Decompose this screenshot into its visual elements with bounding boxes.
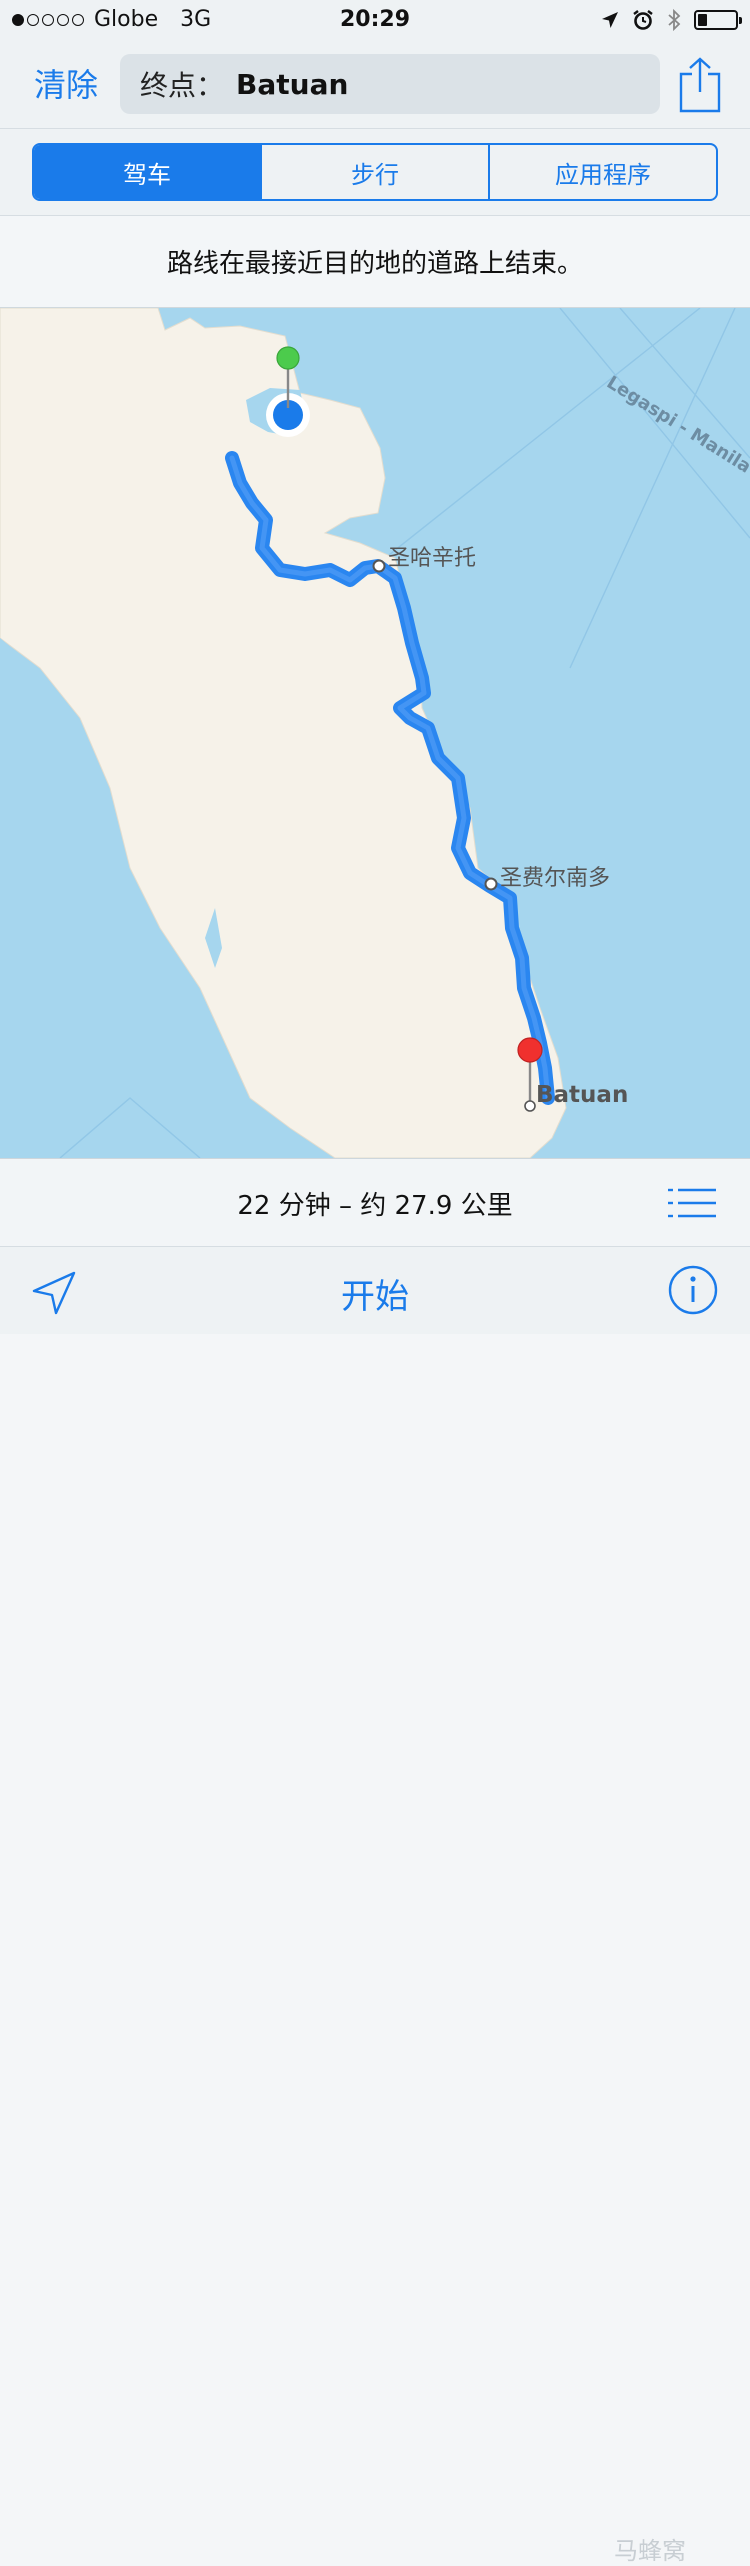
start-pin-icon <box>276 346 300 370</box>
mode-walk-tab[interactable]: 步行 <box>260 145 488 199</box>
bottom-toolbar: 开始 马蜂窝 <box>0 1246 750 2565</box>
destination-pin-icon <box>517 1037 543 1063</box>
status-right <box>600 8 742 32</box>
location-arrow-icon <box>602 12 618 28</box>
destination-value: Batuan <box>236 67 349 101</box>
waypoint-dot <box>484 877 498 891</box>
mode-drive-tab[interactable]: 驾车 <box>34 145 260 199</box>
transport-mode-bar: 驾车 步行 应用程序 <box>0 128 750 216</box>
battery-icon <box>694 10 742 30</box>
clear-button[interactable]: 清除 <box>34 60 98 106</box>
info-icon[interactable] <box>668 1265 718 1315</box>
destination-prefix: 终点： <box>140 69 225 102</box>
map-view[interactable]: 圣哈辛托 圣费尔南多 Batuan Legaspi - Manila <box>0 308 750 1158</box>
bluetooth-icon <box>668 8 681 32</box>
alarm-icon <box>633 10 653 30</box>
list-icon[interactable] <box>668 1187 716 1219</box>
destination-map-label: Batuan <box>536 1082 629 1108</box>
route-notice: 路线在最接近目的地的道路上结束。 <box>0 216 750 308</box>
place-label: 圣费尔南多 <box>500 866 611 891</box>
start-button[interactable]: 开始 <box>0 1269 750 1318</box>
place-label: 圣哈辛托 <box>388 546 477 571</box>
watermark: 马蜂窝 <box>614 2537 686 2565</box>
share-icon[interactable] <box>678 56 722 114</box>
nav-bar: 清除 终点： Batuan <box>0 40 750 128</box>
map-canvas[interactable] <box>0 308 750 1158</box>
destination-field[interactable]: 终点： Batuan <box>120 54 660 114</box>
mode-apps-tab[interactable]: 应用程序 <box>488 145 716 199</box>
waypoint-dot <box>372 559 386 573</box>
transport-mode-control: 驾车 步行 应用程序 <box>32 143 718 201</box>
route-summary: 22 分钟 – 约 27.9 公里 <box>237 1191 513 1221</box>
status-bar: Globe 3G 20:29 <box>0 0 750 40</box>
route-summary-bar: 22 分钟 – 约 27.9 公里 <box>0 1158 750 1246</box>
